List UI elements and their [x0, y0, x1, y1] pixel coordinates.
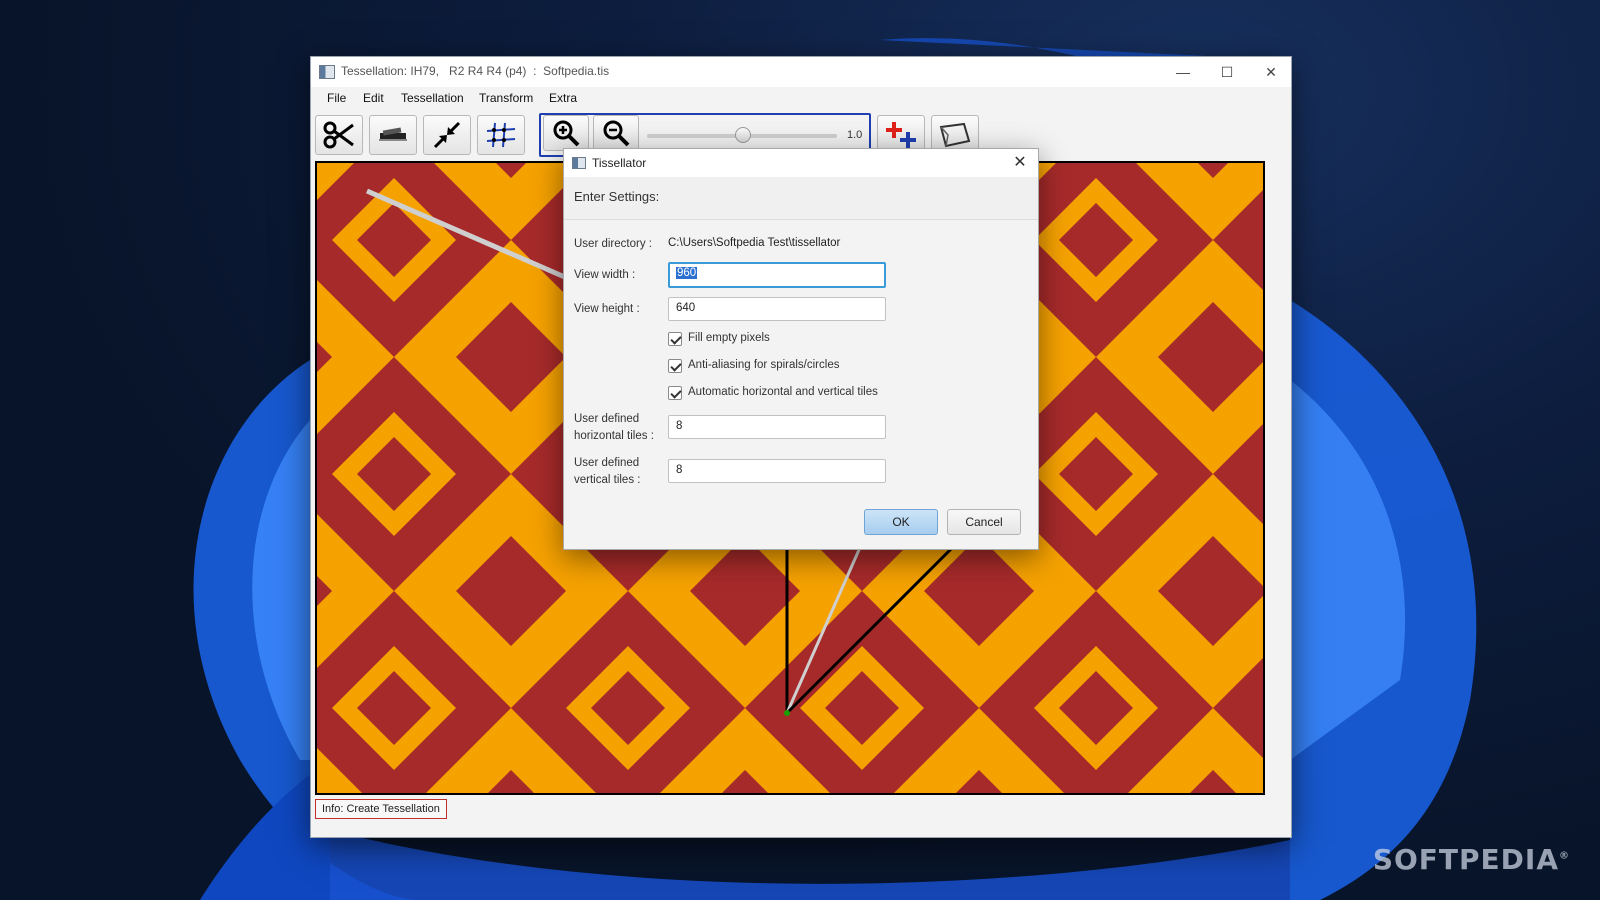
app-icon — [319, 65, 335, 79]
vertical-tiles-label-line2: vertical tiles : — [574, 474, 641, 486]
dialog-header-text: Enter Settings: — [574, 189, 660, 204]
zoom-out-button[interactable] — [593, 115, 639, 151]
user-directory-label: User directory : — [574, 238, 652, 250]
zoom-slider-thumb[interactable] — [735, 127, 751, 143]
shrink-button[interactable] — [423, 115, 471, 155]
automatic-tiles-checkbox[interactable] — [668, 386, 682, 400]
fill-empty-pixels-checkbox[interactable] — [668, 332, 682, 346]
watermark-text: SOFTPEDIA — [1372, 843, 1559, 876]
dialog-close-icon[interactable]: ✕ — [1008, 151, 1032, 175]
cancel-button[interactable]: Cancel — [947, 509, 1021, 535]
user-directory-value: C:\Users\Softpedia Test\tissellator — [668, 237, 841, 249]
anti-aliasing-label: Anti-aliasing for spirals/circles — [688, 359, 840, 371]
title-bar[interactable]: Tessellation: IH79, R2 R4 R4 (p4) : Soft… — [311, 57, 1291, 87]
stapler-button[interactable] — [369, 115, 417, 155]
softpedia-watermark: SOFTPEDIA® — [1373, 843, 1570, 876]
view-width-selected-text: 960 — [676, 267, 698, 279]
window-title: Tessellation: IH79, R2 R4 R4 (p4) : Soft… — [341, 64, 610, 78]
scissors-icon — [323, 121, 354, 149]
dialog-title-bar[interactable]: Tissellator ✕ — [564, 149, 1038, 177]
automatic-tiles-label: Automatic horizontal and vertical tiles — [688, 386, 878, 398]
watermark-mark: ® — [1559, 850, 1570, 862]
maximize-button[interactable]: ☐ — [1207, 61, 1247, 83]
view-height-label: View height : — [574, 303, 640, 315]
horizontal-tiles-label-line1: User defined — [574, 413, 640, 425]
menu-bar: File Edit Tessellation Transform Extra — [311, 87, 1291, 109]
vertical-tiles-input[interactable]: 8 — [668, 459, 886, 483]
zoom-value: 1.0 — [847, 129, 863, 141]
horizontal-tiles-label-line2: horizontal tiles : — [574, 430, 654, 442]
status-text: Info: Create Tessellation — [322, 803, 440, 815]
menu-extra[interactable]: Extra — [549, 91, 577, 105]
close-button[interactable]: ✕ — [1251, 61, 1291, 83]
dialog-app-icon — [572, 157, 586, 169]
minimize-button[interactable]: — — [1163, 61, 1203, 83]
horizontal-tiles-input[interactable]: 8 — [668, 415, 886, 439]
anti-aliasing-checkbox[interactable] — [668, 359, 682, 373]
dialog-title: Tissellator — [592, 156, 647, 170]
plus-red-blue-icon — [886, 122, 916, 148]
vertical-tiles-label-line1: User defined — [574, 457, 640, 469]
stapler-icon — [379, 127, 407, 141]
view-height-input[interactable]: 640 — [668, 297, 886, 321]
cut-button[interactable] — [315, 115, 363, 155]
polygon-outline-icon — [939, 122, 971, 148]
fill-empty-pixels-label: Fill empty pixels — [688, 332, 770, 344]
grid-points-icon — [486, 122, 516, 148]
zoom-in-icon — [553, 120, 580, 147]
view-width-input[interactable]: 960 — [668, 262, 886, 288]
settings-dialog: Tissellator ✕ Enter Settings: User direc… — [563, 148, 1039, 550]
menu-transform[interactable]: Transform — [479, 91, 533, 105]
arrows-inward-icon — [433, 121, 461, 149]
view-width-label: View width : — [574, 269, 636, 281]
menu-edit[interactable]: Edit — [363, 91, 384, 105]
dialog-header: Enter Settings: — [564, 177, 1038, 220]
zoom-in-button[interactable] — [543, 115, 589, 151]
menu-file[interactable]: File — [327, 91, 346, 105]
menu-tessellation[interactable]: Tessellation — [401, 91, 464, 105]
grid-points-button[interactable] — [477, 115, 525, 155]
zoom-out-icon — [603, 120, 630, 147]
status-bar: Info: Create Tessellation — [315, 799, 447, 819]
ok-button[interactable]: OK — [864, 509, 938, 535]
